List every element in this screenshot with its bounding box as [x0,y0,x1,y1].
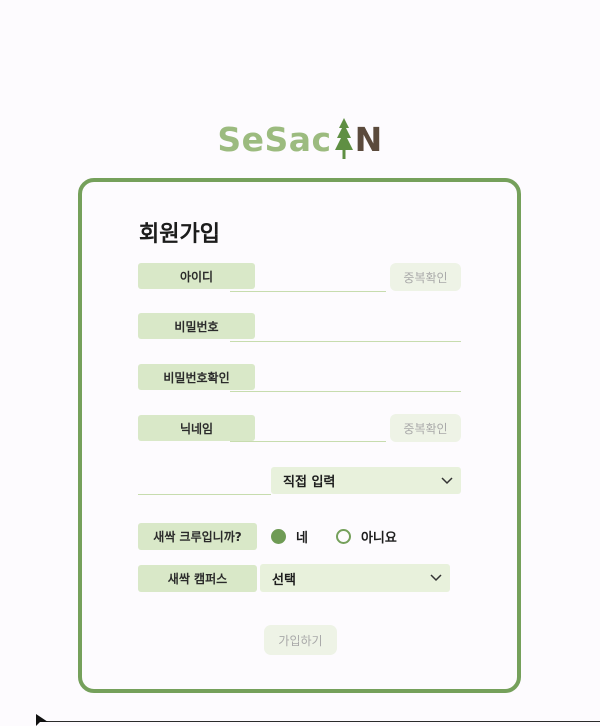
crew-yes-label[interactable]: 네 [296,527,308,546]
campus-select-value: 선택 [272,572,296,588]
signup-form-card: 회원가입 아이디 중복확인 비밀번호 비밀번호확인 닉네임 중복확인 직접 입력… [78,178,521,693]
password-confirm-input[interactable] [230,366,461,392]
chevron-down-icon [430,574,442,582]
crew-radio-group: 네 아니요 [271,527,397,546]
crew-no-label[interactable]: 아니요 [361,527,397,546]
signup-submit-button[interactable]: 가입하기 [264,625,337,655]
logo-text-n: N [354,119,383,159]
email-id-input[interactable] [138,469,271,495]
nickname-duplicate-check-button[interactable]: 중복확인 [390,414,461,442]
pine-tree-icon [334,118,353,159]
password-input[interactable] [230,316,461,342]
page-title: 회원가입 [139,222,220,247]
campus-label: 새싹 캠퍼스 [138,565,257,592]
id-input[interactable] [230,266,386,292]
crew-yes-radio[interactable] [271,529,286,544]
campus-select[interactable]: 선택 [260,564,450,592]
id-duplicate-check-button[interactable]: 중복확인 [390,263,461,291]
email-domain-select[interactable]: 직접 입력 [271,467,461,494]
mouse-pointer-icon [36,714,48,726]
divider [38,721,600,722]
chevron-down-icon [441,476,453,484]
crew-no-radio[interactable] [335,529,351,544]
app-logo: SeSac N [0,118,600,160]
logo-text-sesac: SeSac [217,119,332,159]
crew-label: 새싹 크루입니까? [138,523,257,550]
email-domain-select-value: 직접 입력 [283,475,336,490]
nickname-input[interactable] [230,416,386,442]
